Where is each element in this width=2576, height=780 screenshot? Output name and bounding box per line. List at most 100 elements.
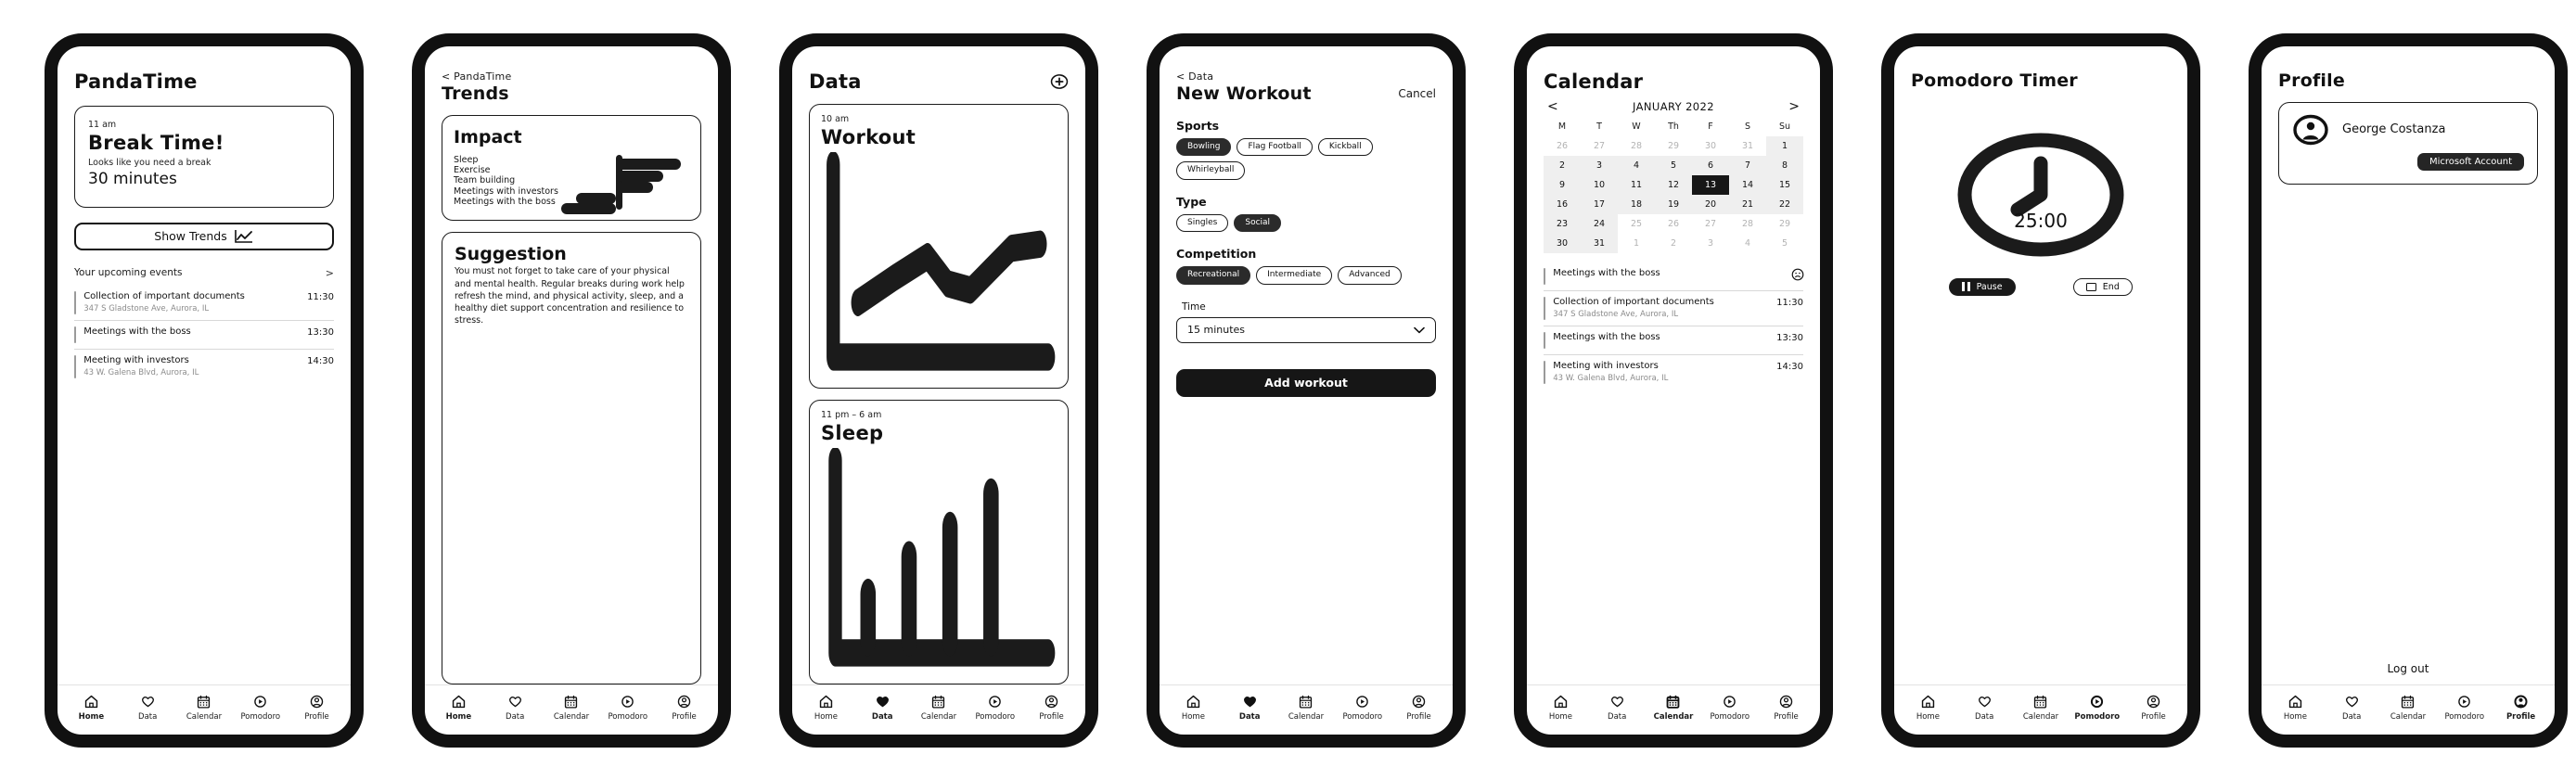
chip-kickball[interactable]: Kickball (1317, 137, 1373, 156)
calendar-day[interactable]: 17 (1581, 194, 1618, 214)
nav-item-data[interactable]: Data (1590, 694, 1644, 722)
nav-item-profile[interactable]: Profile (1760, 694, 1813, 722)
calendar-day[interactable]: 26 (1544, 136, 1581, 156)
nav-item-home[interactable]: Home (1166, 694, 1220, 722)
data-card-sleep[interactable]: 11 pm – 6 am Sleep (809, 399, 1069, 684)
upcoming-events-header[interactable]: Your upcoming events > (74, 267, 334, 279)
cancel-button[interactable]: Cancel (1398, 87, 1436, 100)
calendar-day[interactable]: 4 (1729, 234, 1766, 253)
calendar-day[interactable]: 27 (1581, 136, 1618, 156)
calendar-day[interactable]: 28 (1618, 136, 1655, 156)
nav-item-pomodoro[interactable]: Pomodoro (2438, 694, 2492, 722)
list-item[interactable]: Collection of important documents 347 S … (1544, 291, 1803, 326)
calendar-day[interactable]: 29 (1766, 214, 1803, 234)
nav-item-pomodoro[interactable]: Pomodoro (234, 694, 288, 722)
nav-item-data[interactable]: Data (488, 694, 542, 722)
nav-item-home[interactable]: Home (64, 694, 118, 722)
nav-item-profile[interactable]: Profile (658, 694, 711, 722)
calendar-day[interactable]: 1 (1618, 234, 1655, 253)
calendar-day[interactable]: 31 (1581, 233, 1618, 253)
calendar-day[interactable]: 12 (1655, 174, 1692, 195)
calendar-day-selected[interactable]: 13 (1692, 174, 1729, 195)
pause-button[interactable]: Pause (1949, 277, 2016, 296)
chip-flag-football[interactable]: Flag Football (1237, 137, 1313, 156)
nav-item-calendar[interactable]: Calendar (177, 694, 231, 722)
calendar-day[interactable]: 26 (1655, 214, 1692, 234)
nav-item-pomodoro[interactable]: Pomodoro (1703, 694, 1757, 722)
chip-advanced[interactable]: Advanced (1338, 266, 1402, 285)
logout-button[interactable]: Log out (2278, 662, 2538, 675)
nav-item-pomodoro[interactable]: Pomodoro (2070, 694, 2124, 722)
list-item[interactable]: Meetings with the boss 13:30 (1544, 326, 1803, 355)
nav-item-calendar[interactable]: Calendar (1279, 694, 1333, 722)
calendar-day[interactable]: 30 (1544, 233, 1581, 253)
calendar-day[interactable]: 9 (1544, 174, 1581, 195)
nav-item-home[interactable]: Home (1533, 694, 1587, 722)
calendar-day[interactable]: 5 (1655, 155, 1692, 175)
calendar-day[interactable]: 27 (1692, 214, 1729, 234)
next-month-button[interactable]: > (1788, 100, 1800, 113)
nav-item-profile[interactable]: Profile (2494, 694, 2548, 722)
calendar-day[interactable]: 5 (1766, 234, 1803, 253)
microsoft-account-button[interactable]: Microsoft Account (2416, 152, 2524, 171)
calendar-day[interactable]: 1 (1766, 135, 1803, 156)
calendar-day[interactable]: 29 (1655, 136, 1692, 156)
calendar-day[interactable]: 4 (1618, 155, 1655, 175)
calendar-day[interactable]: 15 (1766, 174, 1803, 195)
nav-item-calendar[interactable]: Calendar (2014, 694, 2068, 722)
calendar-day[interactable]: 20 (1692, 194, 1729, 214)
nav-item-home[interactable]: Home (799, 694, 852, 722)
nav-item-profile[interactable]: Profile (2127, 694, 2181, 722)
nav-item-pomodoro[interactable]: Pomodoro (968, 694, 1022, 722)
calendar-day[interactable]: 28 (1729, 214, 1766, 234)
plus-circle-icon[interactable] (1050, 72, 1069, 91)
calendar-day[interactable]: 21 (1729, 194, 1766, 214)
calendar-day[interactable]: 3 (1692, 234, 1729, 253)
end-button[interactable]: End (2072, 277, 2133, 296)
nav-item-data[interactable]: Data (2325, 694, 2378, 722)
nav-item-calendar[interactable]: Calendar (2381, 694, 2435, 722)
calendar-day[interactable]: 24 (1581, 213, 1618, 234)
chevron-right-icon[interactable]: > (326, 267, 334, 279)
calendar-day[interactable]: 2 (1655, 234, 1692, 253)
time-select[interactable]: 15 minutes (1176, 316, 1436, 343)
chip-intermediate[interactable]: Intermediate (1256, 266, 1333, 285)
nav-item-home[interactable]: Home (1901, 694, 1954, 722)
nav-item-profile[interactable]: Profile (1025, 694, 1079, 722)
calendar-day[interactable]: 3 (1581, 155, 1618, 175)
list-item[interactable]: Meetings with the boss 13:30 (74, 321, 334, 350)
list-item[interactable]: Meeting with investors 43 W. Galena Blvd… (1544, 355, 1803, 390)
nav-item-profile[interactable]: Profile (290, 694, 344, 722)
calendar-day[interactable]: 6 (1692, 155, 1729, 175)
nav-item-data[interactable]: Data (121, 694, 174, 722)
chip-social[interactable]: Social (1234, 213, 1282, 232)
prev-month-button[interactable]: < (1547, 100, 1558, 113)
calendar-day[interactable]: 8 (1766, 155, 1803, 175)
nav-item-calendar[interactable]: Calendar (912, 694, 966, 722)
calendar-day[interactable]: 18 (1618, 194, 1655, 214)
list-item[interactable]: Meeting with investors 43 W. Galena Blvd… (74, 350, 334, 384)
list-item[interactable]: Collection of important documents 347 S … (74, 286, 334, 321)
nav-item-calendar[interactable]: Calendar (1647, 694, 1700, 722)
calendar-day[interactable]: 30 (1692, 136, 1729, 156)
nav-item-pomodoro[interactable]: Pomodoro (1336, 694, 1390, 722)
nav-item-data[interactable]: Data (1223, 694, 1276, 722)
back-link[interactable]: < Data (1176, 70, 1436, 83)
calendar-day[interactable]: 16 (1544, 194, 1581, 214)
calendar-day[interactable]: 10 (1581, 174, 1618, 195)
calendar-day[interactable]: 14 (1729, 174, 1766, 195)
nav-item-home[interactable]: Home (2268, 694, 2322, 722)
nav-item-pomodoro[interactable]: Pomodoro (601, 694, 655, 722)
show-trends-button[interactable]: Show Trends (74, 222, 334, 250)
nav-item-profile[interactable]: Profile (1392, 694, 1446, 722)
calendar-day[interactable]: 31 (1729, 136, 1766, 156)
chip-bowling[interactable]: Bowling (1176, 137, 1232, 156)
calendar-day[interactable]: 22 (1766, 194, 1803, 214)
list-item[interactable]: Meetings with the boss (1544, 262, 1804, 291)
calendar-day[interactable]: 25 (1618, 214, 1655, 234)
calendar-day[interactable]: 11 (1618, 174, 1655, 195)
chip-whirleyball[interactable]: Whirleyball (1176, 161, 1246, 180)
add-workout-button[interactable]: Add workout (1176, 368, 1436, 397)
calendar-day[interactable]: 19 (1655, 194, 1692, 214)
calendar-day[interactable]: 23 (1544, 213, 1581, 234)
